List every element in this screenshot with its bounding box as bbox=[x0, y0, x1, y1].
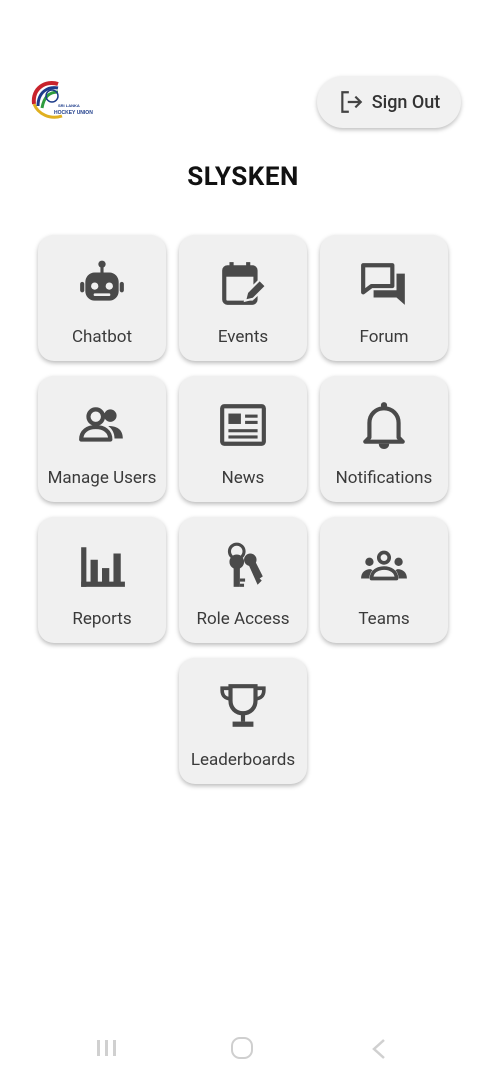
tile-forum[interactable]: Forum bbox=[320, 235, 448, 361]
tile-reports[interactable]: Reports bbox=[38, 517, 166, 643]
back-icon[interactable] bbox=[370, 1038, 388, 1060]
tile-teams[interactable]: Teams bbox=[320, 517, 448, 643]
tile-label: Leaderboards bbox=[190, 750, 296, 770]
tile-label: Manage Users bbox=[47, 468, 157, 488]
tile-news[interactable]: News bbox=[179, 376, 307, 502]
tile-label: News bbox=[221, 468, 265, 488]
tile-manage-users[interactable]: Manage Users bbox=[38, 376, 166, 502]
page-title: SLYSKEN bbox=[187, 162, 299, 192]
tile-label: Notifications bbox=[335, 468, 433, 488]
calendar-edit-icon bbox=[222, 262, 268, 305]
logo-subtext: SRI LANKA bbox=[58, 103, 80, 108]
tile-events[interactable]: Events bbox=[179, 235, 307, 361]
tile-notifications[interactable]: Notifications bbox=[320, 376, 448, 502]
forum-icon bbox=[361, 263, 405, 305]
tile-label: Forum bbox=[359, 327, 409, 347]
newspaper-icon bbox=[220, 404, 266, 446]
tile-label: Teams bbox=[358, 609, 410, 629]
robot-icon bbox=[80, 260, 124, 301]
trophy-icon bbox=[220, 684, 266, 727]
logo-text: HOCKEY UNION bbox=[54, 110, 93, 116]
bar-chart-icon bbox=[81, 547, 125, 587]
groups-icon bbox=[361, 550, 407, 581]
keys-icon bbox=[227, 542, 263, 587]
tile-label: Role Access bbox=[196, 609, 290, 629]
sign-out-button[interactable]: Sign Out bbox=[317, 76, 461, 128]
tile-role-access[interactable]: Role Access bbox=[179, 517, 307, 643]
home-icon[interactable] bbox=[231, 1037, 253, 1059]
system-nav-bar bbox=[0, 1030, 486, 1066]
tile-leaderboards[interactable]: Leaderboards bbox=[179, 658, 307, 784]
sign-out-label: Sign Out bbox=[371, 91, 441, 113]
recent-apps-icon[interactable] bbox=[96, 1039, 118, 1057]
logout-icon bbox=[340, 91, 362, 113]
tile-label: Reports bbox=[72, 609, 132, 629]
tile-label: Events bbox=[217, 327, 269, 347]
bell-icon bbox=[363, 402, 405, 449]
users-icon bbox=[79, 407, 123, 442]
tile-chatbot[interactable]: Chatbot bbox=[38, 235, 166, 361]
tile-label: Chatbot bbox=[71, 327, 133, 347]
